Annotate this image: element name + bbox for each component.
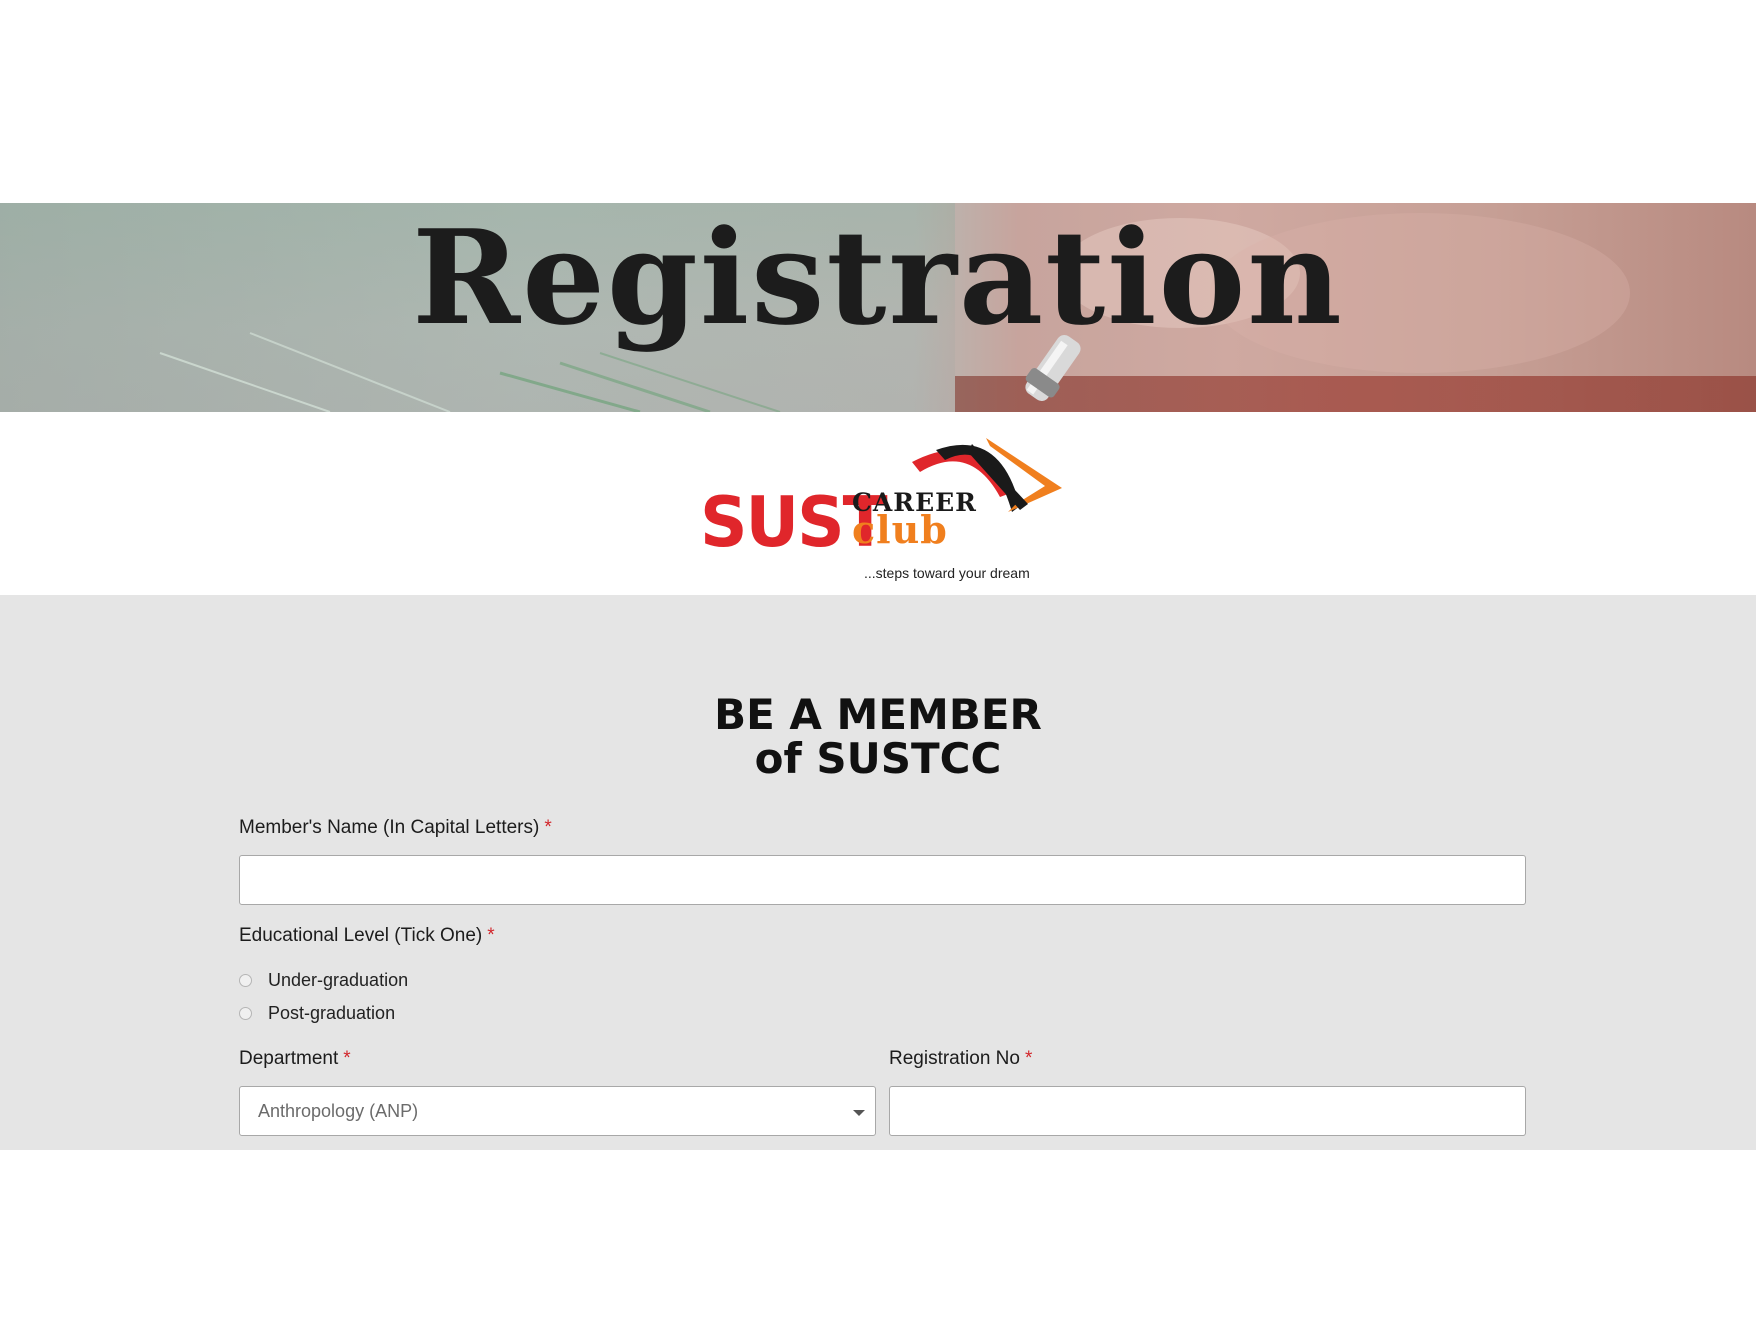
department-label-text: Department <box>239 1048 339 1069</box>
radio-option-under-graduation[interactable]: Under-graduation <box>239 968 408 992</box>
logo-club-text: club <box>852 507 948 552</box>
chevron-down-icon[interactable] <box>853 1110 865 1116</box>
radio-label-under-graduation: Under-graduation <box>268 969 409 990</box>
required-marker: * <box>343 1048 351 1069</box>
required-marker: * <box>544 817 552 838</box>
required-marker: * <box>487 925 495 946</box>
department-selected-value: Anthropology (ANP) <box>258 1100 419 1121</box>
page-title: Registration <box>412 201 1344 354</box>
form-heading-line1: BE A MEMBER <box>714 690 1042 739</box>
radio-label-post-graduation: Post-graduation <box>268 1002 396 1023</box>
radio-option-post-graduation[interactable]: Post-graduation <box>239 1001 395 1025</box>
registration-no-label: Registration No * <box>889 1048 1032 1070</box>
logo-area: SUST CAREER club ...steps toward your dr… <box>0 412 1756 595</box>
member-name-label-text: Member's Name (In Capital Letters) <box>239 817 540 838</box>
member-name-label: Member's Name (In Capital Letters) * <box>239 817 552 839</box>
member-name-input[interactable] <box>239 855 1526 905</box>
form-heading: BE A MEMBER of SUSTCC <box>0 693 1756 781</box>
radio-under-graduation[interactable] <box>239 973 252 987</box>
education-level-label-text: Educational Level (Tick One) <box>239 925 483 946</box>
form-heading-line2: of SUSTCC <box>754 734 1002 783</box>
logo-tagline: ...steps toward your dream <box>864 565 1030 581</box>
registration-page: Registration SUST CAREER club ...steps t… <box>0 0 1756 1317</box>
required-marker: * <box>1024 1048 1033 1069</box>
registration-no-input[interactable] <box>889 1086 1526 1136</box>
education-level-label: Educational Level (Tick One) * <box>239 925 495 947</box>
sust-career-club-logo: SUST CAREER club ...steps toward your dr… <box>690 422 1070 587</box>
membership-form: BE A MEMBER of SUSTCC Member's Name (In … <box>0 595 1756 1150</box>
radio-post-graduation[interactable] <box>239 1006 252 1020</box>
department-select[interactable]: Anthropology (ANP) <box>239 1086 876 1136</box>
department-label: Department * <box>239 1048 351 1070</box>
registration-no-label-text: Registration No <box>889 1048 1020 1069</box>
